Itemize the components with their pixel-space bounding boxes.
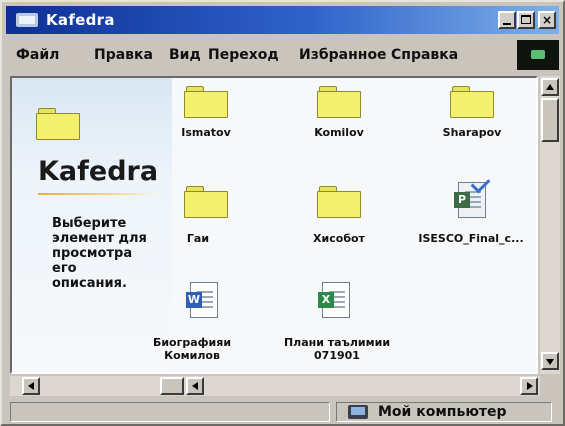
menu-edit[interactable]: Правка: [94, 47, 153, 63]
scroll-left-button[interactable]: [186, 377, 204, 395]
project-document-icon[interactable]: P: [454, 173, 491, 220]
item-label-ismatov[interactable]: Ismatov: [156, 126, 256, 139]
folder-icon[interactable]: [450, 86, 494, 118]
menu-go[interactable]: Переход: [208, 47, 279, 63]
vertical-scroll-thumb[interactable]: [541, 98, 559, 142]
maximize-button[interactable]: [517, 11, 535, 29]
scroll-right-button[interactable]: [520, 377, 538, 395]
word-document-icon[interactable]: W: [186, 282, 220, 320]
item-label-komilov[interactable]: Komilov: [289, 126, 389, 139]
minimize-button[interactable]: [498, 11, 516, 29]
horizontal-scroll-thumb[interactable]: [160, 377, 184, 395]
explorer-window: Kafedra × Файл Правка Вид Переход Избран…: [0, 0, 565, 426]
scroll-left-button[interactable]: [22, 377, 40, 395]
pane-title: Kafedra: [38, 156, 159, 187]
item-label-plani[interactable]: Плани таълимии 071901: [282, 336, 392, 362]
status-location: Мой компьютер: [378, 404, 507, 420]
excel-document-icon[interactable]: X: [318, 282, 352, 320]
computer-icon: [348, 405, 368, 419]
window-icon: [16, 13, 38, 27]
item-label-biografiyai[interactable]: Биографияи Комилов: [152, 336, 232, 362]
menu-favorites[interactable]: Избранное: [299, 47, 387, 63]
menu-view[interactable]: Вид: [169, 47, 201, 63]
status-bar: Мой компьютер: [6, 400, 559, 424]
folder-icon[interactable]: [184, 186, 228, 218]
vertical-scrollbar[interactable]: [540, 76, 560, 374]
folder-icon[interactable]: [184, 86, 228, 118]
item-label-sharapov[interactable]: Sharapov: [422, 126, 522, 139]
folder-content-area: Kafedra Выберите элемент для просмотра е…: [10, 76, 538, 374]
scroll-up-button[interactable]: [541, 78, 559, 96]
item-label-isesco[interactable]: ISESCO_Final_c...: [416, 232, 526, 245]
horizontal-scrollbar[interactable]: [10, 376, 540, 396]
info-pane: Kafedra Выберите элемент для просмотра е…: [12, 78, 172, 372]
item-label-gai[interactable]: Гаи: [148, 232, 248, 245]
item-label-hisobot[interactable]: Хисобот: [289, 232, 389, 245]
window-title: Kafedra: [46, 11, 115, 29]
scroll-down-button[interactable]: [541, 352, 559, 370]
windows-logo-throbber-icon: [517, 40, 559, 70]
menu-help[interactable]: Справка: [391, 47, 458, 63]
pane-divider: [38, 193, 160, 195]
close-button[interactable]: ×: [538, 11, 556, 29]
folder-icon: [36, 108, 80, 140]
pane-description: Выберите элемент для просмотра его описа…: [52, 216, 147, 291]
status-pane: [10, 402, 330, 422]
menu-bar: Файл Правка Вид Переход Избранное Справк…: [6, 38, 559, 72]
menu-file[interactable]: Файл: [16, 47, 59, 63]
folder-icon[interactable]: [317, 186, 361, 218]
folder-icon[interactable]: [317, 86, 361, 118]
title-bar[interactable]: Kafedra ×: [6, 6, 559, 34]
